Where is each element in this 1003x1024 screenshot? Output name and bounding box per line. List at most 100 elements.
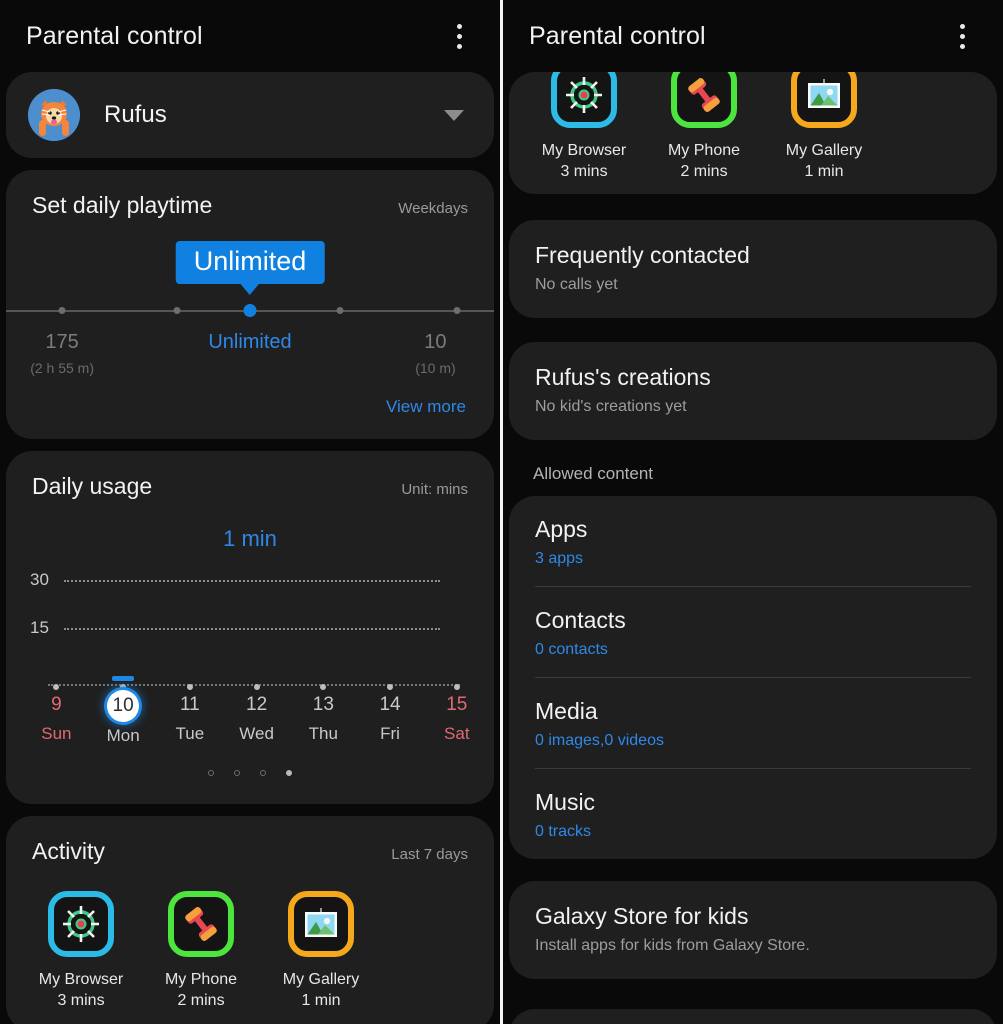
slider-label-max: 10 (10 m)	[415, 331, 455, 376]
slider-scale-labels: 175 (2 h 55 m) Unlimited 10 (10 m)	[6, 331, 494, 397]
item-title: Media	[535, 698, 598, 724]
creations-sub: No kid's creations yet	[535, 398, 687, 415]
item-count: 0 contacts	[535, 641, 608, 658]
app-name: My Gallery	[785, 142, 863, 159]
item-count: 0 tracks	[535, 823, 592, 840]
page-dot[interactable]	[286, 770, 292, 776]
activity-header: Activity Last 7 days	[6, 816, 494, 865]
galaxy-store-card[interactable]: Galaxy Store for kids Install apps for k…	[509, 881, 997, 979]
page-dot[interactable]	[234, 770, 240, 776]
day-number: 14	[379, 694, 401, 715]
usage-total-value: 1 min	[223, 526, 277, 551]
day-name: Mon	[106, 726, 140, 745]
chart-day-label[interactable]: 13 Thu	[288, 690, 358, 744]
chevron-down-icon[interactable]	[444, 109, 464, 121]
ytick-label-30: 30	[30, 570, 49, 589]
app-tile[interactable]: My Gallery 1 min	[777, 72, 871, 182]
slider-tick	[58, 307, 66, 314]
allowed-content-item[interactable]: Media 0 images,0 videos	[535, 678, 971, 769]
day-number: 11	[179, 694, 200, 715]
app-usage-time: 2 mins	[177, 992, 225, 1009]
allowed-content-item[interactable]: Contacts 0 contacts	[535, 587, 971, 678]
slider-tick	[336, 307, 344, 314]
allowed-content-card: Apps 3 apps Contacts 0 contacts Media 0 image…	[509, 496, 997, 859]
cat-avatar-icon	[28, 89, 80, 141]
allowed-content-item[interactable]: Apps 3 apps	[535, 496, 971, 587]
activity-range-label: Last 7 days	[391, 846, 468, 863]
chart-day-label[interactable]: 9 Sun	[21, 690, 91, 744]
app-name: My Browser	[38, 971, 124, 988]
dual-panel-screenshot: Parental control Rufus Set daily playtim…	[0, 0, 1003, 1024]
slider-thumb[interactable]	[243, 304, 257, 317]
app-tile[interactable]: My Gallery 1 min	[274, 891, 368, 1011]
phone-handset-icon	[671, 72, 737, 128]
playtime-slider[interactable]	[6, 301, 494, 321]
playtime-value-bubble: Unlimited	[175, 241, 325, 284]
allowed-content-item[interactable]: Music 0 tracks	[535, 769, 971, 859]
allowed-content-section-label: Allowed content	[533, 464, 654, 483]
app-name: My Phone	[667, 142, 741, 159]
page-dot[interactable]	[260, 770, 266, 776]
profile-name: Rufus	[104, 101, 167, 128]
slider-label-min: 175 (2 h 55 m)	[30, 331, 94, 376]
day-number: 12	[246, 694, 268, 715]
page-title: Parental control	[26, 21, 203, 50]
app-usage-time: 2 mins	[680, 163, 728, 180]
view-more-link[interactable]: View more	[6, 397, 494, 421]
allowed-content-list: Apps 3 apps Contacts 0 contacts Media 0 image…	[509, 496, 997, 859]
activity-card-clipped: My Browser 3 mins My Phone 2 mins My Gallery…	[509, 72, 997, 194]
day-name: Fri	[380, 724, 400, 743]
day-name: Sun	[41, 724, 72, 743]
chart-day-label[interactable]: 14 Fri	[355, 690, 425, 744]
usage-title: Daily usage	[32, 473, 153, 499]
chart-day-label[interactable]: 12 Wed	[222, 690, 292, 744]
slider-tick	[173, 307, 181, 314]
day-name: Wed	[239, 724, 274, 743]
frequently-contacted-title: Frequently contacted	[535, 242, 750, 268]
activity-app-list: My Browser 3 mins My Phone 2 mins My Gallery…	[6, 865, 494, 1024]
creations-card[interactable]: Rufus's creations No kid's creations yet	[509, 342, 997, 440]
kebab-menu-icon[interactable]	[947, 18, 977, 54]
chart-day-label[interactable]: 15 Sat	[422, 690, 492, 744]
app-bar-left: Parental control	[0, 0, 500, 72]
kebab-menu-icon[interactable]	[444, 18, 474, 54]
app-tile[interactable]: My Browser 3 mins	[537, 72, 631, 182]
app-name: My Gallery	[282, 971, 360, 988]
left-panel: Parental control Rufus Set daily playtim…	[0, 0, 500, 1024]
item-count: 3 apps	[535, 550, 584, 567]
day-name: Sat	[444, 724, 470, 743]
page-dot[interactable]	[208, 770, 214, 776]
show-content-page-card: Show Content page Include a page showing…	[509, 1009, 997, 1024]
galaxy-store-sub: Install apps for kids from Galaxy Store.	[535, 937, 810, 954]
slider-label-value: Unlimited	[208, 331, 292, 353]
profile-row[interactable]: Rufus	[6, 72, 494, 158]
activity-app-list: My Browser 3 mins My Phone 2 mins My Gallery…	[509, 72, 997, 194]
set-daily-playtime-card: Set daily playtime Weekdays Unlimited 17…	[6, 170, 494, 439]
day-number: 9	[51, 694, 62, 715]
slider-label-value: 10	[424, 331, 447, 353]
chart-day-label[interactable]: 11 Tue	[155, 690, 225, 744]
chart-x-axis-labels: 9 Sun 10 Mon 11 Tue 12 Wed 13 Thu 14 Fri 15 Sat	[30, 690, 470, 764]
profile-card[interactable]: Rufus	[6, 72, 494, 158]
gridline-15	[64, 628, 440, 630]
day-number: 15	[446, 694, 468, 715]
slider-label-sub: (10 m)	[415, 360, 456, 376]
frequently-contacted-card[interactable]: Frequently contacted No calls yet	[509, 220, 997, 318]
app-tile[interactable]: My Browser 3 mins	[34, 891, 128, 1011]
app-usage-time: 1 min	[804, 163, 844, 180]
app-name: My Browser	[541, 142, 627, 159]
app-tile[interactable]: My Phone 2 mins	[154, 891, 248, 1011]
slider-label-value: 175	[45, 331, 79, 353]
item-title: Music	[535, 789, 596, 815]
chart-day-label[interactable]: 10 Mon	[88, 690, 158, 746]
chart-bar	[112, 676, 135, 681]
right-panel: Parental control My Browser 3 mins My Phon…	[503, 0, 1003, 1024]
app-bar-right: Parental control	[503, 0, 1003, 72]
compass-browser-icon	[551, 72, 617, 128]
app-usage-time: 1 min	[301, 992, 341, 1009]
usage-page-indicator[interactable]	[6, 764, 494, 790]
app-tile[interactable]: My Phone 2 mins	[657, 72, 751, 182]
playtime-title: Set daily playtime	[32, 192, 213, 218]
activity-card: Activity Last 7 days My Browser 3 mins My …	[6, 816, 494, 1024]
day-number: 10	[107, 690, 140, 722]
